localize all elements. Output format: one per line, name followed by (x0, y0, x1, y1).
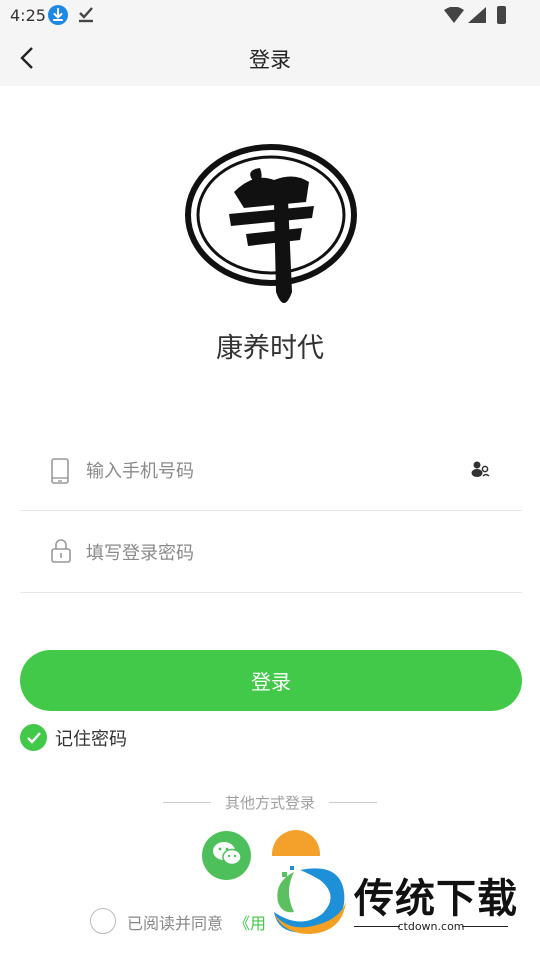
status-bar: 4:25 (0, 0, 540, 32)
brand-logo (184, 142, 358, 314)
watermark-line (462, 926, 508, 927)
agreement-link[interactable]: 《用 (234, 910, 266, 934)
wifi-icon (444, 6, 464, 27)
account-switch-icon[interactable] (470, 460, 490, 484)
password-input[interactable] (84, 512, 448, 594)
checkbox-checked-icon[interactable] (20, 724, 47, 751)
status-time: 4:25 (10, 6, 46, 25)
wechat-icon (212, 841, 242, 871)
divider-line (162, 802, 211, 803)
divider-line (329, 802, 377, 803)
phone-input[interactable] (84, 430, 448, 512)
login-button[interactable]: 登录 (20, 650, 522, 711)
brand-name: 康养时代 (216, 333, 324, 364)
agreement-text: 已阅读并同意 (127, 914, 224, 933)
app-header: 登录 (0, 32, 540, 86)
watermark: 传统下载 ctdown.com (266, 856, 540, 940)
signal-icon (468, 7, 486, 27)
wechat-login-button[interactable] (202, 831, 251, 880)
page-title: 登录 (249, 48, 291, 72)
download-done-icon (77, 4, 95, 29)
watermark-text: 传统下载 (354, 876, 518, 922)
lock-icon (50, 538, 72, 568)
agreement-checkbox[interactable] (90, 908, 116, 934)
watermark-logo-icon (270, 862, 350, 940)
remember-label: 记住密码 (55, 728, 127, 750)
remember-password[interactable]: 记住密码 (20, 724, 127, 751)
download-icon (48, 5, 68, 25)
battery-icon (497, 6, 506, 24)
password-field (20, 512, 522, 594)
other-login-title: 其他方式登录 (224, 794, 315, 812)
phone-field (20, 430, 522, 512)
phone-icon (50, 457, 70, 489)
other-login-divider: 其他方式登录 (0, 792, 540, 813)
